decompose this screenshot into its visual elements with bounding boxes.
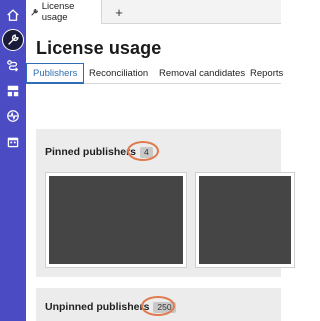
- page-title: License usage: [36, 38, 162, 58]
- calendar-icon: [7, 137, 19, 148]
- pinned-publishers-title: Pinned publishers: [45, 146, 137, 158]
- publisher-thumbnail: [49, 176, 183, 264]
- new-tab-button[interactable]: +: [110, 2, 128, 22]
- layout-icon: [7, 85, 19, 97]
- activity-nav-button[interactable]: [2, 105, 24, 127]
- route-icon: [7, 60, 19, 72]
- tab-label: License usage: [41, 1, 75, 23]
- left-nav-rail: [0, 0, 26, 321]
- route-nav-button[interactable]: [2, 55, 24, 77]
- publisher-card[interactable]: [45, 172, 187, 268]
- wrench-icon: [8, 34, 19, 45]
- document-tab-strip: License usage +: [26, 0, 281, 24]
- subtab-bar: Publishers Reconciliation Removal candid…: [26, 63, 283, 84]
- license-usage-nav-button[interactable]: [2, 29, 24, 51]
- tab-publishers[interactable]: Publishers: [26, 63, 85, 84]
- tab-reports[interactable]: Reports: [250, 63, 283, 84]
- home-icon: [7, 9, 19, 21]
- unpinned-publishers-title: Unpinned publishers: [45, 301, 150, 313]
- home-button[interactable]: [2, 4, 24, 26]
- calendar-nav-button[interactable]: [2, 131, 24, 153]
- tab-license-usage[interactable]: License usage: [26, 0, 102, 24]
- publisher-thumbnail: [199, 176, 291, 264]
- tab-reconciliation[interactable]: Reconciliation: [89, 63, 148, 84]
- publisher-card[interactable]: [195, 172, 295, 268]
- activity-icon: [7, 110, 19, 122]
- pinned-count-highlight: [127, 141, 159, 161]
- unpinned-count-highlight: [141, 296, 175, 316]
- tab-removal-candidates[interactable]: Removal candidates: [159, 63, 245, 84]
- layout-nav-button[interactable]: [2, 80, 24, 102]
- wrench-icon: [31, 8, 38, 16]
